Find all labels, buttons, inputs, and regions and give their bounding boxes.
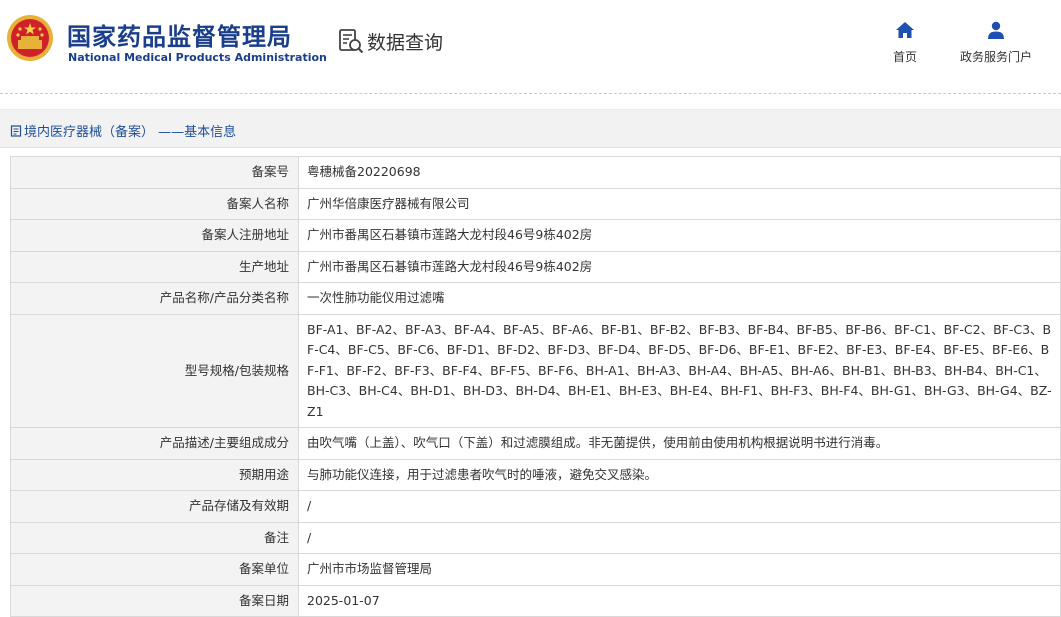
table-row: 产品名称/产品分类名称 一次性肺功能仪用过滤嘴 — [10, 282, 1061, 315]
field-value: 由吹气嘴（上盖）、吹气口（下盖）和过滤膜组成。非无菌提供，使用前由使用机构根据说… — [298, 427, 1061, 460]
national-emblem-icon — [7, 15, 53, 61]
field-label: 备案人名称 — [10, 187, 299, 220]
field-label: 产品描述/主要组成成分 — [10, 427, 299, 460]
nav-gov-service[interactable]: 政务服务门户 — [960, 20, 1032, 65]
field-label: 备注 — [10, 521, 299, 554]
breadcrumb-bar: 境内医疗器械（备案） ——基本信息 — [0, 109, 1061, 148]
brand-subtitle: National Medical Products Administration — [68, 51, 327, 64]
table-row: 型号规格/包装规格 BF-A1、BF-A2、BF-A3、BF-A4、BF-A5、… — [10, 313, 1061, 428]
field-value: 广州华倍康医疗器械有限公司 — [298, 187, 1061, 220]
field-label: 预期用途 — [10, 458, 299, 491]
data-search-icon — [339, 29, 364, 54]
document-icon — [10, 124, 22, 137]
field-value: 广州市市场监督管理局 — [298, 553, 1061, 586]
table-row: 备案人注册地址 广州市番禺区石碁镇市莲路大龙村段46号9栋402房 — [10, 219, 1061, 252]
user-icon — [988, 21, 1004, 39]
site-header: 国家药品监督管理局 National Medical Products Admi… — [0, 0, 1061, 93]
table-row: 产品描述/主要组成成分 由吹气嘴（上盖）、吹气口（下盖）和过滤膜组成。非无菌提供… — [10, 427, 1061, 460]
field-label: 备案单位 — [10, 553, 299, 586]
nav-gov-service-label: 政务服务门户 — [960, 50, 1033, 64]
field-value: / — [298, 490, 1061, 523]
header-divider — [0, 93, 1061, 94]
field-label: 型号规格/包装规格 — [10, 313, 299, 428]
table-row: 备案号 粤穗械备20220698 — [10, 156, 1061, 189]
home-icon — [896, 22, 914, 38]
table-row: 备注 / — [10, 521, 1061, 554]
field-value: 一次性肺功能仪用过滤嘴 — [298, 282, 1061, 315]
nav-home[interactable]: 首页 — [893, 20, 917, 65]
field-label: 生产地址 — [10, 250, 299, 283]
table-row: 备案人名称 广州华倍康医疗器械有限公司 — [10, 187, 1061, 220]
table-row: 预期用途 与肺功能仪连接，用于过滤患者吹气时的唾液，避免交叉感染。 — [10, 458, 1061, 491]
field-label: 备案人注册地址 — [10, 219, 299, 252]
field-value: 2025-01-07 — [298, 584, 1061, 617]
field-value: 与肺功能仪连接，用于过滤患者吹气时的唾液，避免交叉感染。 — [298, 458, 1061, 491]
field-value: 粤穗械备20220698 — [298, 156, 1061, 189]
field-label: 产品存储及有效期 — [10, 490, 299, 523]
field-value: 广州市番禺区石碁镇市莲路大龙村段46号9栋402房 — [298, 250, 1061, 283]
table-row: 备案日期 2025-01-07 — [10, 584, 1061, 617]
field-value: / — [298, 521, 1061, 554]
table-row: 备案单位 广州市市场监督管理局 — [10, 553, 1061, 586]
brand-title: 国家药品监督管理局 — [67, 23, 292, 51]
nav-home-label: 首页 — [893, 50, 918, 64]
field-value: BF-A1、BF-A2、BF-A3、BF-A4、BF-A5、BF-A6、BF-B… — [298, 313, 1061, 428]
table-row: 生产地址 广州市番禺区石碁镇市莲路大龙村段46号9栋402房 — [10, 250, 1061, 283]
field-label: 备案号 — [10, 156, 299, 189]
field-label: 产品名称/产品分类名称 — [10, 282, 299, 315]
field-label: 备案日期 — [10, 584, 299, 617]
breadcrumb-text: 境内医疗器械（备案） ——基本信息 — [24, 125, 237, 140]
record-table: 备案号 粤穗械备20220698 备案人名称 广州华倍康医疗器械有限公司 备案人… — [10, 156, 1061, 617]
section-title-label: 数据查询 — [367, 31, 444, 54]
breadcrumb: 境内医疗器械（备案） ——基本信息 — [10, 121, 236, 140]
table-row: 产品存储及有效期 / — [10, 490, 1061, 523]
field-value: 广州市番禺区石碁镇市莲路大龙村段46号9栋402房 — [298, 219, 1061, 252]
section-title: 数据查询 — [337, 27, 443, 55]
